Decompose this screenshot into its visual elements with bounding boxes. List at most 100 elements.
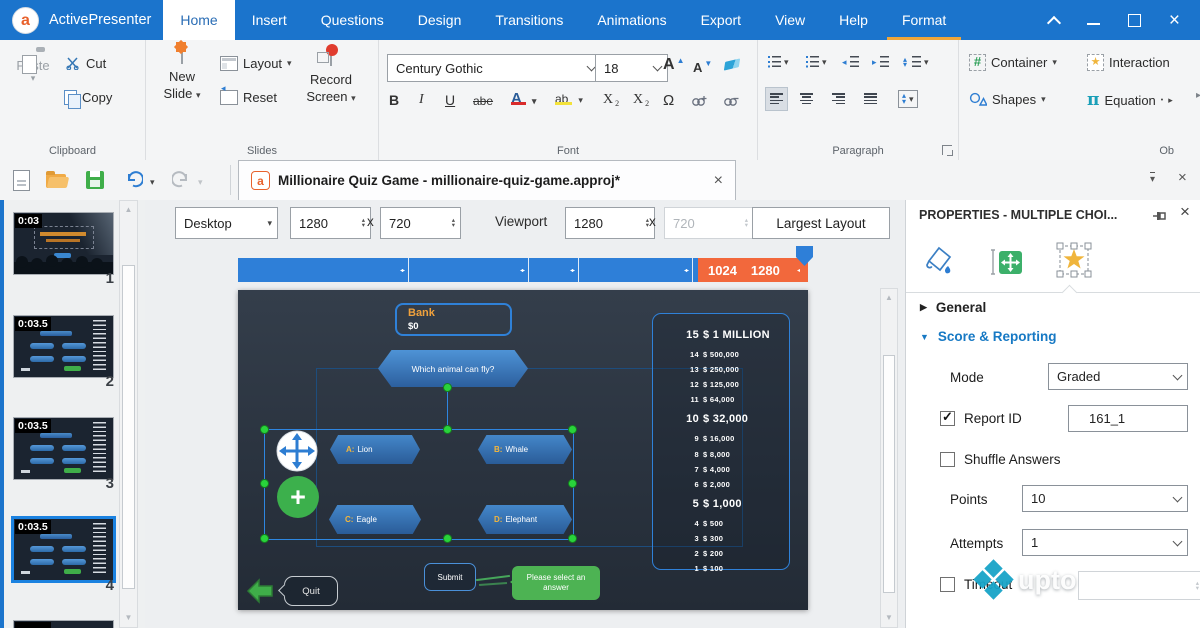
align-center-button[interactable] <box>800 92 813 106</box>
selection-handle[interactable] <box>443 425 452 434</box>
timeout-checkbox[interactable] <box>940 577 955 592</box>
answer-option-c[interactable]: C:Eagle <box>329 505 421 534</box>
font-size-combo[interactable]: 18 <box>595 54 668 82</box>
slide-thumbnail-1[interactable]: 0:03 <box>13 212 114 275</box>
menu-tab-questions[interactable]: Questions <box>304 0 401 40</box>
quit-button[interactable]: Quit <box>284 576 338 606</box>
selection-handle[interactable] <box>260 479 269 488</box>
grow-font-button[interactable]: A▲ <box>663 56 684 74</box>
device-select[interactable]: Desktop▾ <box>175 207 278 239</box>
cut-button[interactable]: Cut <box>66 56 106 71</box>
answer-option-b[interactable]: B:Whale <box>478 435 572 464</box>
breakpoint-marker-icon[interactable]: ◂ <box>797 258 799 282</box>
money-ladder[interactable]: 15$ 1 MILLION14$ 500,00013$ 250,00012$ 1… <box>652 313 790 570</box>
bold-button[interactable]: B <box>389 92 399 108</box>
ribbon-scroll-right-icon[interactable]: ▸ <box>1196 90 1200 101</box>
active-breakpoint-range[interactable]: 1024 1280 <box>698 258 808 282</box>
selection-handle[interactable] <box>443 534 452 543</box>
slide-thumbnail-4-selected[interactable]: 0:03.5 <box>13 518 114 581</box>
record-screen-button[interactable]: Record Screen ▾ <box>296 50 366 107</box>
points-select[interactable]: 10 <box>1022 485 1188 512</box>
add-answer-button[interactable]: + <box>277 476 319 518</box>
close-document-icon[interactable]: × <box>714 172 723 190</box>
collapse-ribbon-icon[interactable] <box>1047 15 1061 29</box>
font-color-button[interactable]: A ▾ <box>511 90 536 107</box>
breakpoint-ruler[interactable] <box>238 258 698 282</box>
canvas-scrollbar[interactable]: ▲ ▼ <box>880 288 898 628</box>
section-general[interactable]: ▶ General <box>920 300 986 315</box>
equation-button[interactable]: π Equation•▸ <box>1087 90 1173 110</box>
redo-button[interactable] <box>172 170 191 194</box>
tab-style-fill[interactable] <box>924 244 954 285</box>
insert-link-button[interactable] <box>691 94 708 113</box>
strikethrough-button[interactable]: abe <box>473 94 493 108</box>
close-pane-icon[interactable]: × <box>1178 169 1187 186</box>
new-slide-button[interactable]: New Slide ▾ <box>154 48 210 104</box>
new-project-button[interactable] <box>13 170 30 191</box>
selection-handle[interactable] <box>568 425 577 434</box>
slide-stage[interactable]: Bank $0 Which animal can fly? A:Lion B:W… <box>238 290 808 610</box>
maximize-icon[interactable] <box>1128 14 1141 27</box>
superscript-button[interactable]: X2 <box>603 92 619 108</box>
layout-button[interactable]: Layout▾ <box>220 56 292 71</box>
menu-tab-animations[interactable]: Animations <box>580 0 683 40</box>
answer-option-a[interactable]: A:Lion <box>330 435 420 464</box>
slide-thumbnail-5-partial[interactable] <box>13 620 114 628</box>
symbol-button[interactable]: Ω <box>663 92 674 109</box>
remove-link-button[interactable] <box>723 94 740 113</box>
scrollbar-thumb[interactable] <box>122 265 135 589</box>
feedback-callout[interactable]: Please select ananswer <box>512 566 600 600</box>
slide-thumbnail-2[interactable]: 0:03.5 <box>13 315 114 378</box>
selection-handle[interactable] <box>568 479 577 488</box>
increase-indent-button[interactable] <box>876 56 889 68</box>
selection-handle[interactable] <box>260 425 269 434</box>
breakpoint-marker-icon[interactable]: ◂▸ <box>520 258 524 282</box>
tab-size-position[interactable] <box>990 246 1024 283</box>
bullet-list-button[interactable]: ▾ <box>768 56 789 68</box>
italic-button[interactable]: I <box>419 92 424 108</box>
interaction-button[interactable]: ★ Interaction <box>1087 54 1170 71</box>
paragraph-dialog-launcher-icon[interactable] <box>942 145 952 155</box>
slide-width-spinner[interactable]: 1280▴▾ <box>290 207 371 239</box>
menu-tab-view[interactable]: View <box>758 0 822 40</box>
bank-box[interactable]: Bank $0 <box>395 303 512 336</box>
document-tab[interactable]: a Millionaire Quiz Game - millionaire-qu… <box>238 160 736 200</box>
mode-select[interactable]: Graded <box>1048 363 1188 390</box>
paste-button[interactable]: Paste ▾ <box>8 50 58 84</box>
container-button[interactable]: # Container▾ <box>969 54 1057 71</box>
tab-interactivity-selected[interactable] <box>1054 240 1094 285</box>
undo-button[interactable] <box>124 170 143 194</box>
menu-tab-transitions[interactable]: Transitions <box>478 0 580 40</box>
clear-formatting-button[interactable] <box>725 60 739 69</box>
justify-button[interactable] <box>864 92 877 106</box>
redo-menu-arrow-icon[interactable]: ▾ <box>198 177 203 188</box>
shapes-button[interactable]: Shapes▾ <box>969 92 1046 107</box>
slide-thumbnail-3[interactable]: 0:03.5 <box>13 417 114 480</box>
menu-tab-insert[interactable]: Insert <box>235 0 304 40</box>
shuffle-answers-checkbox[interactable] <box>940 452 955 467</box>
menu-tab-home[interactable]: Home <box>163 0 234 40</box>
copy-button[interactable]: Copy <box>64 90 112 105</box>
tab-list-icon[interactable]: ▾ <box>1150 172 1155 185</box>
submit-button[interactable]: Submit <box>424 563 476 591</box>
close-icon[interactable]: × <box>1169 11 1180 30</box>
back-arrow-icon[interactable] <box>246 578 274 604</box>
reset-button[interactable]: Reset <box>220 90 277 105</box>
subscript-button[interactable]: X2 <box>633 92 649 108</box>
open-project-button[interactable] <box>46 174 66 188</box>
slide-height-spinner[interactable]: 720▴▾ <box>380 207 461 239</box>
selection-handle[interactable] <box>568 534 577 543</box>
font-family-combo[interactable]: Century Gothic <box>387 54 602 82</box>
menu-tab-format[interactable]: Format <box>885 0 963 40</box>
answer-option-d[interactable]: D:Elephant <box>478 505 572 534</box>
largest-layout-button[interactable]: Largest Layout <box>752 207 890 239</box>
underline-button[interactable]: U <box>445 92 455 108</box>
scrollbar-thumb[interactable] <box>883 355 895 593</box>
slide-panel-scrollbar[interactable]: ▲ ▼ <box>119 200 138 628</box>
menu-tab-design[interactable]: Design <box>401 0 479 40</box>
highlight-color-button[interactable]: ab ▾ <box>555 92 583 106</box>
menu-tab-export[interactable]: Export <box>684 0 758 40</box>
save-button[interactable] <box>86 171 104 189</box>
pin-icon[interactable] <box>1152 208 1168 224</box>
decrease-indent-button[interactable] <box>846 56 859 68</box>
